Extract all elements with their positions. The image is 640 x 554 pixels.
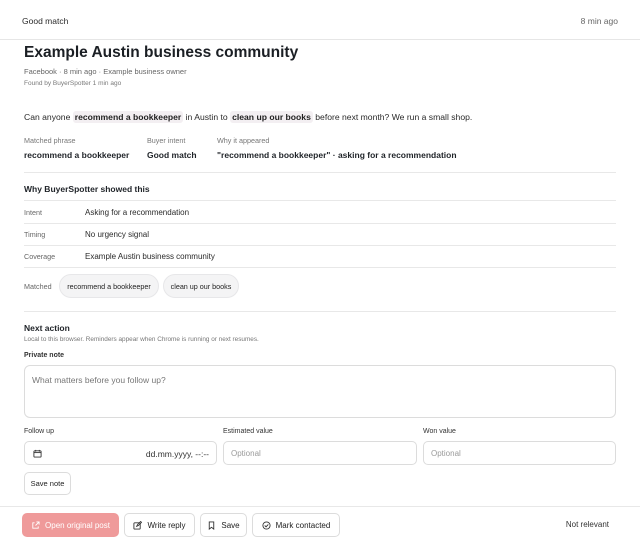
divider <box>24 245 616 246</box>
post-text-part: in Austin to <box>183 112 231 122</box>
post-highlight: recommend a bookkeeper <box>72 111 184 123</box>
why-appeared-value: "recommend a bookkeeper" · asking for a … <box>217 150 457 160</box>
write-reply-button[interactable]: Write reply <box>124 513 195 537</box>
follow-up-label: Follow up <box>24 428 54 435</box>
follow-up-value: dd.mm.yyyy, --:-- <box>145 449 209 459</box>
header-time: 8 min ago <box>580 16 618 26</box>
post-text-part: Can anyone <box>24 112 73 122</box>
buyer-intent-block: Buyer intent Good match <box>147 136 197 160</box>
match-label: Good match <box>22 16 69 26</box>
write-reply-label: Write reply <box>147 520 186 530</box>
divider <box>24 267 616 268</box>
private-note-input[interactable] <box>24 365 616 418</box>
next-action-subtitle: Local to this browser. Reminders appear … <box>24 336 259 343</box>
external-link-icon <box>32 520 40 529</box>
next-action-title: Next action <box>24 323 70 333</box>
estimated-value-field[interactable] <box>223 441 417 465</box>
open-original-button[interactable]: Open original post <box>22 513 119 537</box>
follow-up-date-input[interactable]: dd.mm.yyyy, --:-- <box>24 441 217 465</box>
why-appeared-label: Why it appeared <box>217 136 270 145</box>
check-circle-icon <box>262 520 271 530</box>
divider <box>0 506 640 507</box>
why-title: Why BuyerSpotter showed this <box>24 184 150 194</box>
won-value-field[interactable] <box>423 441 616 465</box>
bookmark-icon <box>209 520 215 530</box>
calendar-icon[interactable] <box>33 449 42 458</box>
matched-chip: clean up our books <box>163 274 239 298</box>
why-appeared-block: Why it appeared "recommend a bookkeeper"… <box>217 136 457 160</box>
post-text: Can anyone recommend a bookkeeper in Aus… <box>24 111 473 123</box>
save-button[interactable]: Save <box>200 513 247 537</box>
post-text-part: before next month? We run a small shop. <box>312 112 473 122</box>
not-relevant-button[interactable]: Not relevant <box>566 520 609 529</box>
mark-contacted-button[interactable]: Mark contacted <box>252 513 340 537</box>
private-note-label: Private note <box>24 352 65 359</box>
why-row-key: Coverage <box>24 252 56 261</box>
matched-phrase-value: recommend a bookkeeper <box>24 150 130 160</box>
divider <box>24 311 616 312</box>
why-row-key: Timing <box>24 230 46 239</box>
why-row-value: Asking for a recommendation <box>85 208 190 217</box>
buyer-intent-label: Buyer intent <box>147 136 186 145</box>
top-bar: Good match 8 min ago <box>0 0 640 40</box>
why-row-key: Intent <box>24 208 42 217</box>
post-meta: Facebook · 8 min ago · Example business … <box>24 67 187 76</box>
won-value-label: Won value <box>423 428 456 435</box>
post-title: Example Austin business community <box>24 44 299 61</box>
post-highlight: clean up our books <box>230 111 313 123</box>
divider <box>24 223 616 224</box>
matched-phrase-label: Matched phrase <box>24 136 76 145</box>
why-row-value: Example Austin business community <box>85 252 215 261</box>
matched-chip: recommend a bookkeeper <box>59 274 159 298</box>
matched-label: Matched <box>24 282 52 291</box>
why-row-value: No urgency signal <box>85 230 150 239</box>
matched-phrase-block: Matched phrase recommend a bookkeeper <box>24 136 129 160</box>
estimated-value-input[interactable] <box>224 442 416 464</box>
open-original-label: Open original post <box>45 520 110 530</box>
won-value-input[interactable] <box>424 442 615 464</box>
save-note-button[interactable]: Save note <box>24 472 71 495</box>
divider <box>24 172 616 173</box>
edit-icon <box>133 520 143 530</box>
estimated-value-label: Estimated value <box>223 428 273 435</box>
save-label: Save <box>221 520 240 530</box>
divider <box>24 200 616 201</box>
buyer-intent-value: Good match <box>147 150 197 160</box>
found-by: Found by BuyerSpotter 1 min ago <box>24 80 122 87</box>
mark-contacted-label: Mark contacted <box>275 520 331 530</box>
